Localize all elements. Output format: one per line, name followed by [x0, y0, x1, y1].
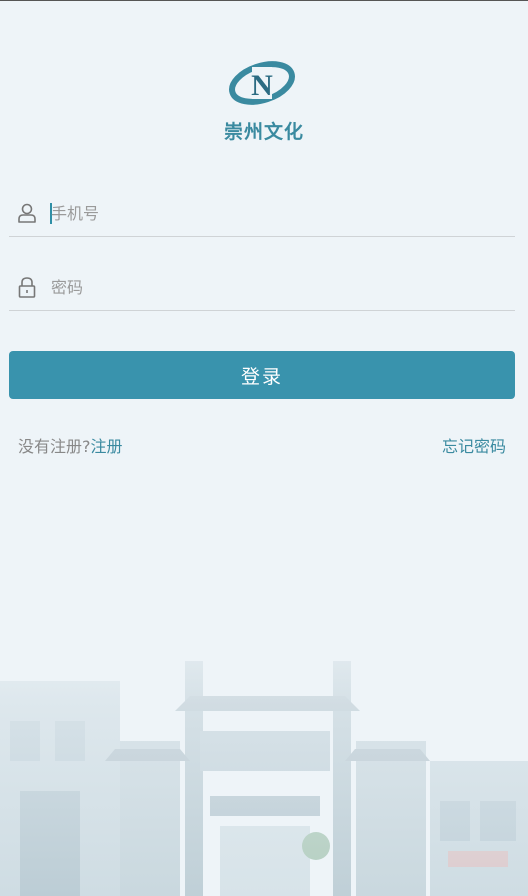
register-row: 没有注册?注册 [18, 433, 123, 457]
phone-field [9, 188, 515, 237]
password-field [9, 262, 515, 311]
app-logo: N [229, 61, 295, 105]
lock-icon [18, 277, 36, 298]
logo-letter: N [251, 69, 273, 102]
password-input[interactable] [49, 272, 491, 302]
forgot-password-link[interactable]: 忘记密码 [442, 433, 506, 457]
background-gateway-illustration [0, 601, 528, 896]
register-link[interactable]: 注册 [91, 437, 123, 456]
user-icon [18, 203, 36, 223]
no-account-text: 没有注册? [18, 437, 91, 456]
login-button[interactable]: 登录 [9, 351, 515, 399]
app-name: 崇州文化 [223, 121, 304, 143]
phone-input[interactable] [49, 198, 491, 228]
